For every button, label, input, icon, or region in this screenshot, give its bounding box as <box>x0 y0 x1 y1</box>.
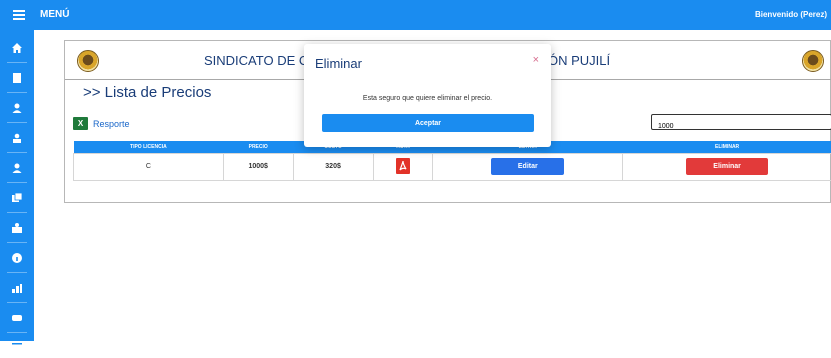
report-link[interactable]: X Resporte <box>73 117 130 130</box>
search-field[interactable] <box>651 114 831 130</box>
sidebar-item-users[interactable] <box>0 154 34 182</box>
sidebar-item-home[interactable] <box>0 34 34 62</box>
cell-acta <box>373 153 433 180</box>
pdf-icon[interactable] <box>396 158 410 174</box>
sidebar-item-id[interactable] <box>0 124 34 152</box>
search-input[interactable] <box>652 120 831 134</box>
page-title-left: SINDICATO DE C <box>204 53 308 68</box>
cart-icon <box>11 222 23 234</box>
section-title: >> Lista de Precios <box>83 84 211 101</box>
union-logo-icon <box>77 50 99 72</box>
card-icon <box>11 312 23 324</box>
modal-title: Eliminar <box>315 56 362 71</box>
id-card-icon <box>11 132 23 144</box>
sidebar-item-card[interactable] <box>0 304 34 332</box>
cell-editar: Editar <box>433 153 623 180</box>
cell-precio: 1000$ <box>223 153 293 180</box>
delete-confirm-modal: Eliminar × Esta seguro que quiere elimin… <box>304 44 551 147</box>
menu-label[interactable]: MENÚ <box>40 9 69 20</box>
modal-message: Esta seguro que quiere eliminar el preci… <box>304 95 551 102</box>
welcome-user[interactable]: Bienvenido (Perez) <box>755 10 827 19</box>
cell-tipo-licencia: C <box>74 153 224 180</box>
page-title-right: ÓN PUJILÍ <box>548 53 610 68</box>
user-icon <box>11 102 23 114</box>
column-header: PRECIO <box>223 141 293 153</box>
credit-card-icon <box>11 338 23 350</box>
report-label: Resporte <box>93 119 130 129</box>
edit-button[interactable]: Editar <box>491 158 564 175</box>
close-icon[interactable]: × <box>533 54 539 66</box>
sidebar-item-copy[interactable] <box>0 184 34 212</box>
column-header: ELIMINAR <box>623 141 831 153</box>
sidebar-item-cart[interactable] <box>0 214 34 242</box>
cell-eliminar: Eliminar <box>623 153 831 180</box>
copy-icon <box>11 192 23 204</box>
sidebar-item-chart[interactable] <box>0 274 34 302</box>
sidebar-item-payment[interactable] <box>0 330 34 358</box>
column-header: TIPO LICENCIA <box>74 141 224 153</box>
sidebar-item-file[interactable] <box>0 64 34 92</box>
info-icon <box>11 252 23 264</box>
union-logo-icon <box>802 50 824 72</box>
accept-button[interactable]: Aceptar <box>322 114 534 132</box>
home-icon <box>11 42 23 54</box>
sidebar-item-user[interactable] <box>0 94 34 122</box>
sidebar-item-info[interactable] <box>0 244 34 272</box>
delete-button[interactable]: Eliminar <box>686 158 768 175</box>
chart-icon <box>11 282 23 294</box>
excel-icon: X <box>73 117 88 130</box>
table-row: C 1000$ 320$ Editar Eliminar <box>74 153 831 180</box>
cell-costo: 320$ <box>293 153 373 180</box>
menu-icon[interactable] <box>12 8 26 22</box>
user-icon <box>11 162 23 174</box>
file-icon <box>11 72 23 84</box>
sidebar <box>0 30 34 341</box>
top-navbar: MENÚ Bienvenido (Perez) <box>0 0 831 30</box>
